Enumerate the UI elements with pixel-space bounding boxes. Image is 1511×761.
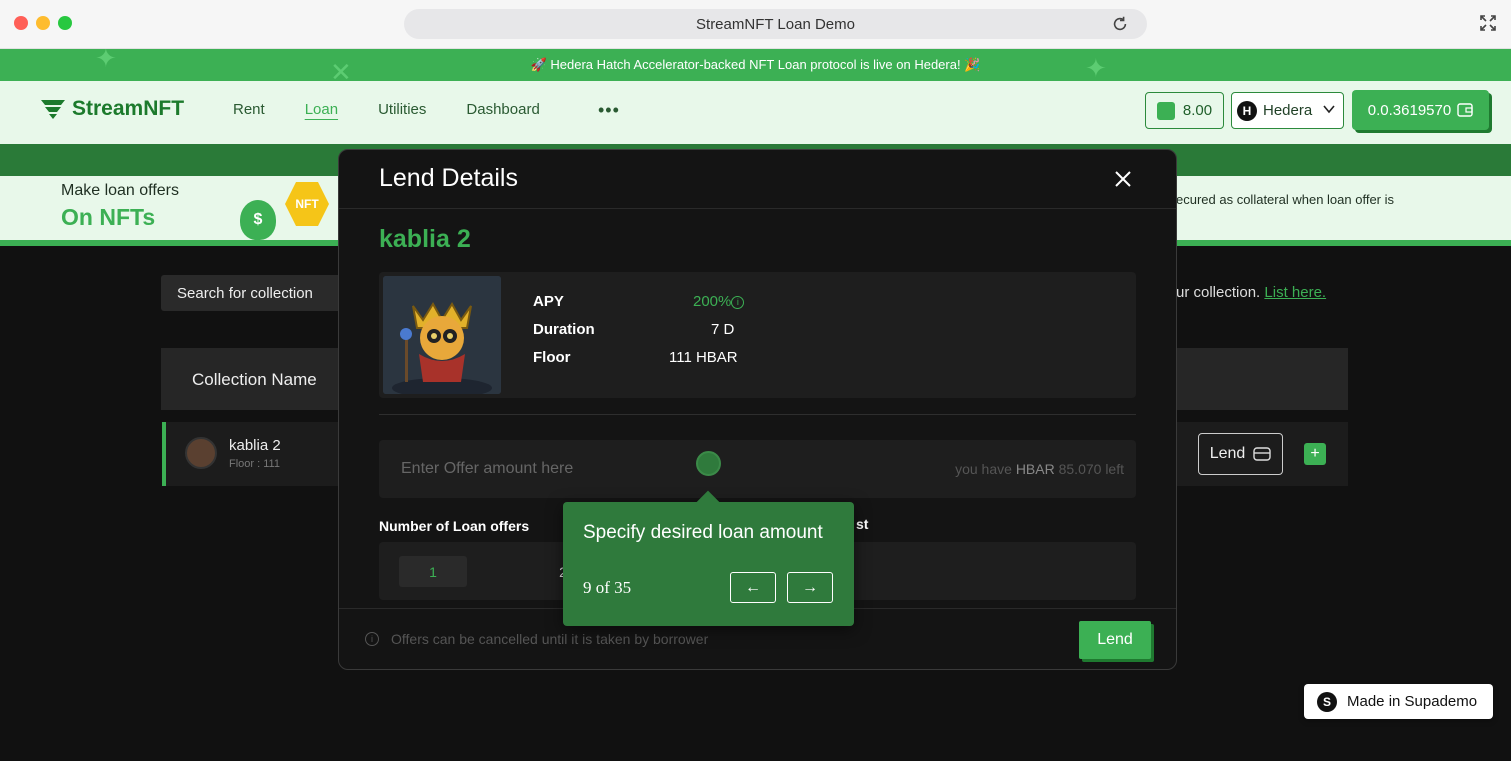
next-step-button[interactable]: →	[787, 572, 833, 603]
offer-amount-field: you have HBAR 85.070 left	[379, 440, 1136, 498]
chevron-down-icon	[1323, 105, 1335, 114]
collection-name: kablia 2	[229, 437, 281, 454]
offers-secondary-label: st	[856, 516, 869, 532]
collection-search-input[interactable]: Search for collection	[161, 275, 341, 311]
row-lend-label: Lend	[1209, 445, 1246, 462]
duration-value: 7 D	[711, 321, 735, 338]
maximize-window-button[interactable]	[58, 16, 72, 30]
lend-button[interactable]: Lend	[1079, 621, 1151, 659]
info-icon: i	[365, 632, 379, 646]
nft-title: kablia 2	[379, 225, 471, 253]
sparkle-icon: ✦	[1085, 53, 1107, 81]
duration-label: Duration	[533, 321, 595, 338]
floor-label: Floor	[533, 349, 571, 366]
made-in-supademo-badge[interactable]: S Made in Supademo	[1304, 684, 1493, 719]
list-hint-text: ur collection.	[1176, 284, 1261, 301]
add-icon[interactable]: +	[1304, 443, 1326, 465]
nav-link-loan[interactable]: Loan	[305, 101, 338, 118]
wallet-button[interactable]: 0.0.3619570	[1352, 90, 1489, 130]
more-menu-icon[interactable]: •••	[598, 100, 620, 121]
logo-text: StreamNFT	[72, 97, 185, 120]
page-title: StreamNFT Loan Demo	[696, 15, 855, 33]
supademo-icon: S	[1317, 691, 1337, 712]
wallet-icon	[1457, 103, 1473, 117]
balance-value: 8.00	[1182, 102, 1213, 119]
apy-value: 200% i	[693, 293, 893, 310]
row-lend-button[interactable]: Lend	[1198, 433, 1283, 475]
previous-step-button[interactable]: ←	[730, 572, 776, 603]
info-icon[interactable]: i	[731, 295, 745, 309]
hedera-icon: H	[1237, 100, 1257, 121]
collection-floor: Floor : 111	[229, 458, 280, 470]
fullscreen-icon[interactable]	[1479, 14, 1497, 32]
nav-links: Rent Loan Utilities Dashboard	[233, 101, 580, 118]
announcement-bar: ✦ ✕ ✦ 🚀 Hedera Hatch Accelerator-backed …	[0, 49, 1511, 81]
nft-details-card: APY 200% i Duration 7 D Floor 111 HBAR	[379, 272, 1136, 398]
nav-link-dashboard[interactable]: Dashboard	[466, 101, 539, 118]
balance-button[interactable]: 8.00	[1145, 92, 1224, 129]
hero-description: ecured as collateral when loan offer is	[1176, 192, 1394, 207]
address-bar[interactable]: StreamNFT Loan Demo	[404, 9, 1147, 39]
reload-icon[interactable]	[1111, 15, 1129, 33]
close-icon[interactable]	[1114, 170, 1132, 188]
floor-value: 111 HBAR	[669, 349, 738, 366]
close-window-button[interactable]	[14, 16, 28, 30]
wallet-address: 0.0.3619570	[1367, 101, 1452, 119]
nft-badge-icon: NFT	[285, 182, 329, 226]
modal-title: Lend Details	[379, 164, 518, 192]
column-header-collection-name: Collection Name	[192, 370, 317, 389]
divider	[379, 414, 1136, 415]
collection-avatar	[185, 437, 217, 469]
sparkle-icon: ✦	[95, 49, 117, 73]
tour-tooltip: Specify desired loan amount 9 of 35 ← →	[563, 502, 854, 626]
modal-header: Lend Details	[339, 150, 1176, 209]
nav-link-utilities[interactable]: Utilities	[378, 101, 426, 118]
nft-image	[383, 276, 501, 394]
list-here-link[interactable]: List here.	[1264, 284, 1326, 301]
announcement-text: 🚀 Hedera Hatch Accelerator-backed NFT Lo…	[530, 57, 981, 72]
hero-heading: Make loan offers	[61, 182, 179, 199]
cube-icon	[1156, 101, 1175, 120]
offer-amount-input[interactable]	[379, 440, 879, 498]
minimize-window-button[interactable]	[36, 16, 50, 30]
cancel-note-text: Offers can be cancelled until it is take…	[391, 631, 709, 647]
hero-subheading: On NFTs	[61, 204, 156, 230]
supademo-label: Made in Supademo	[1347, 693, 1478, 710]
nav-link-rent[interactable]: Rent	[233, 101, 265, 118]
loan-offers-label: Number of Loan offers	[379, 518, 530, 534]
logo-icon	[41, 100, 65, 119]
network-label: Hedera	[1263, 102, 1313, 119]
list-collection-hint: ur collection. List here.	[1176, 284, 1326, 301]
network-select[interactable]: H Hedera	[1231, 92, 1344, 129]
tooltip-text: Specify desired loan amount	[583, 522, 823, 543]
money-bag-icon: $	[240, 200, 276, 240]
card-icon	[1253, 447, 1271, 461]
browser-chrome: StreamNFT Loan Demo	[0, 0, 1511, 49]
sparkle-icon: ✕	[330, 57, 352, 81]
available-balance: you have HBAR 85.070 left	[955, 461, 1124, 477]
offer-option-1[interactable]: 1	[399, 556, 467, 587]
cancel-note: i Offers can be cancelled until it is ta…	[365, 631, 708, 647]
streamnft-logo[interactable]: StreamNFT	[40, 97, 184, 121]
tooltip-step-counter: 9 of 35	[583, 578, 632, 597]
apy-label: APY	[533, 293, 564, 310]
nft-character-image	[383, 276, 501, 394]
tour-hotspot[interactable]	[696, 451, 721, 476]
